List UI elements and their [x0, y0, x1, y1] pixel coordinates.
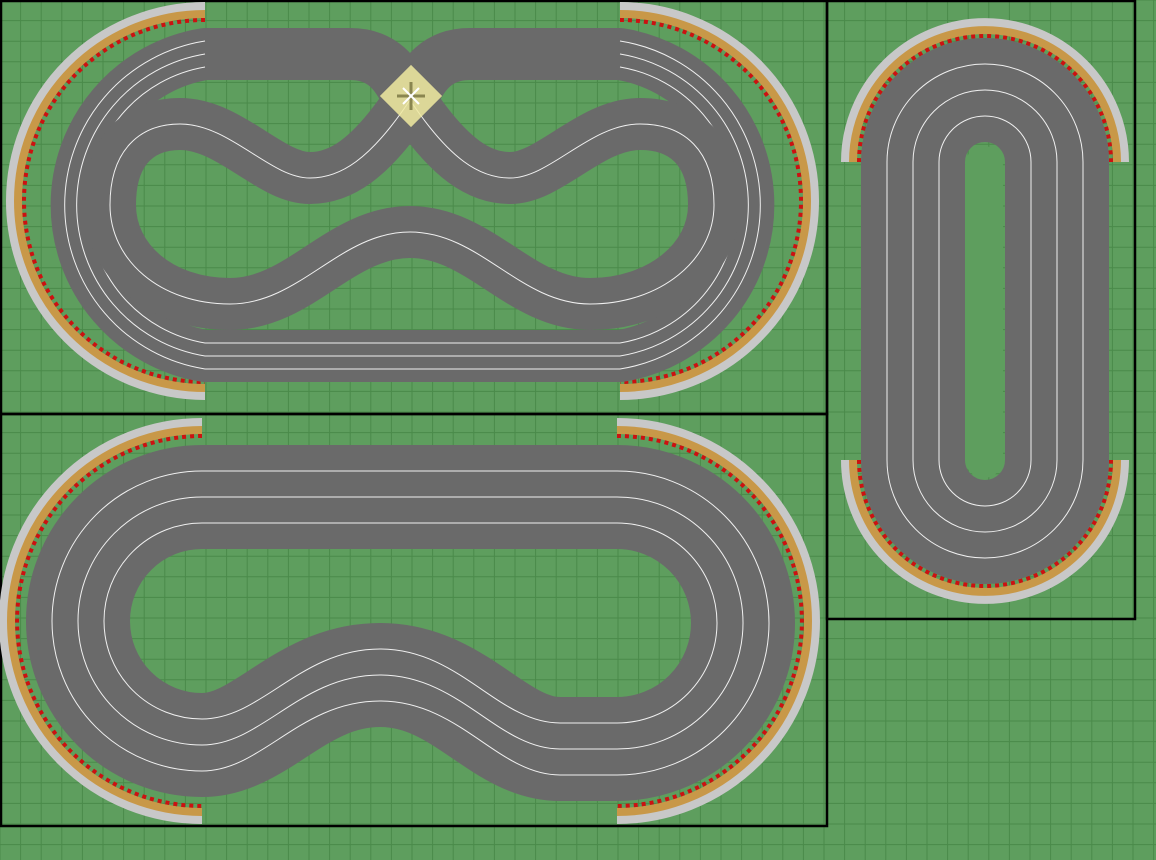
track-canvas[interactable] — [0, 0, 1156, 860]
oval-track[interactable] — [861, 38, 1109, 584]
oval-layout[interactable] — [825, 0, 1137, 621]
infield — [965, 146, 1003, 478]
